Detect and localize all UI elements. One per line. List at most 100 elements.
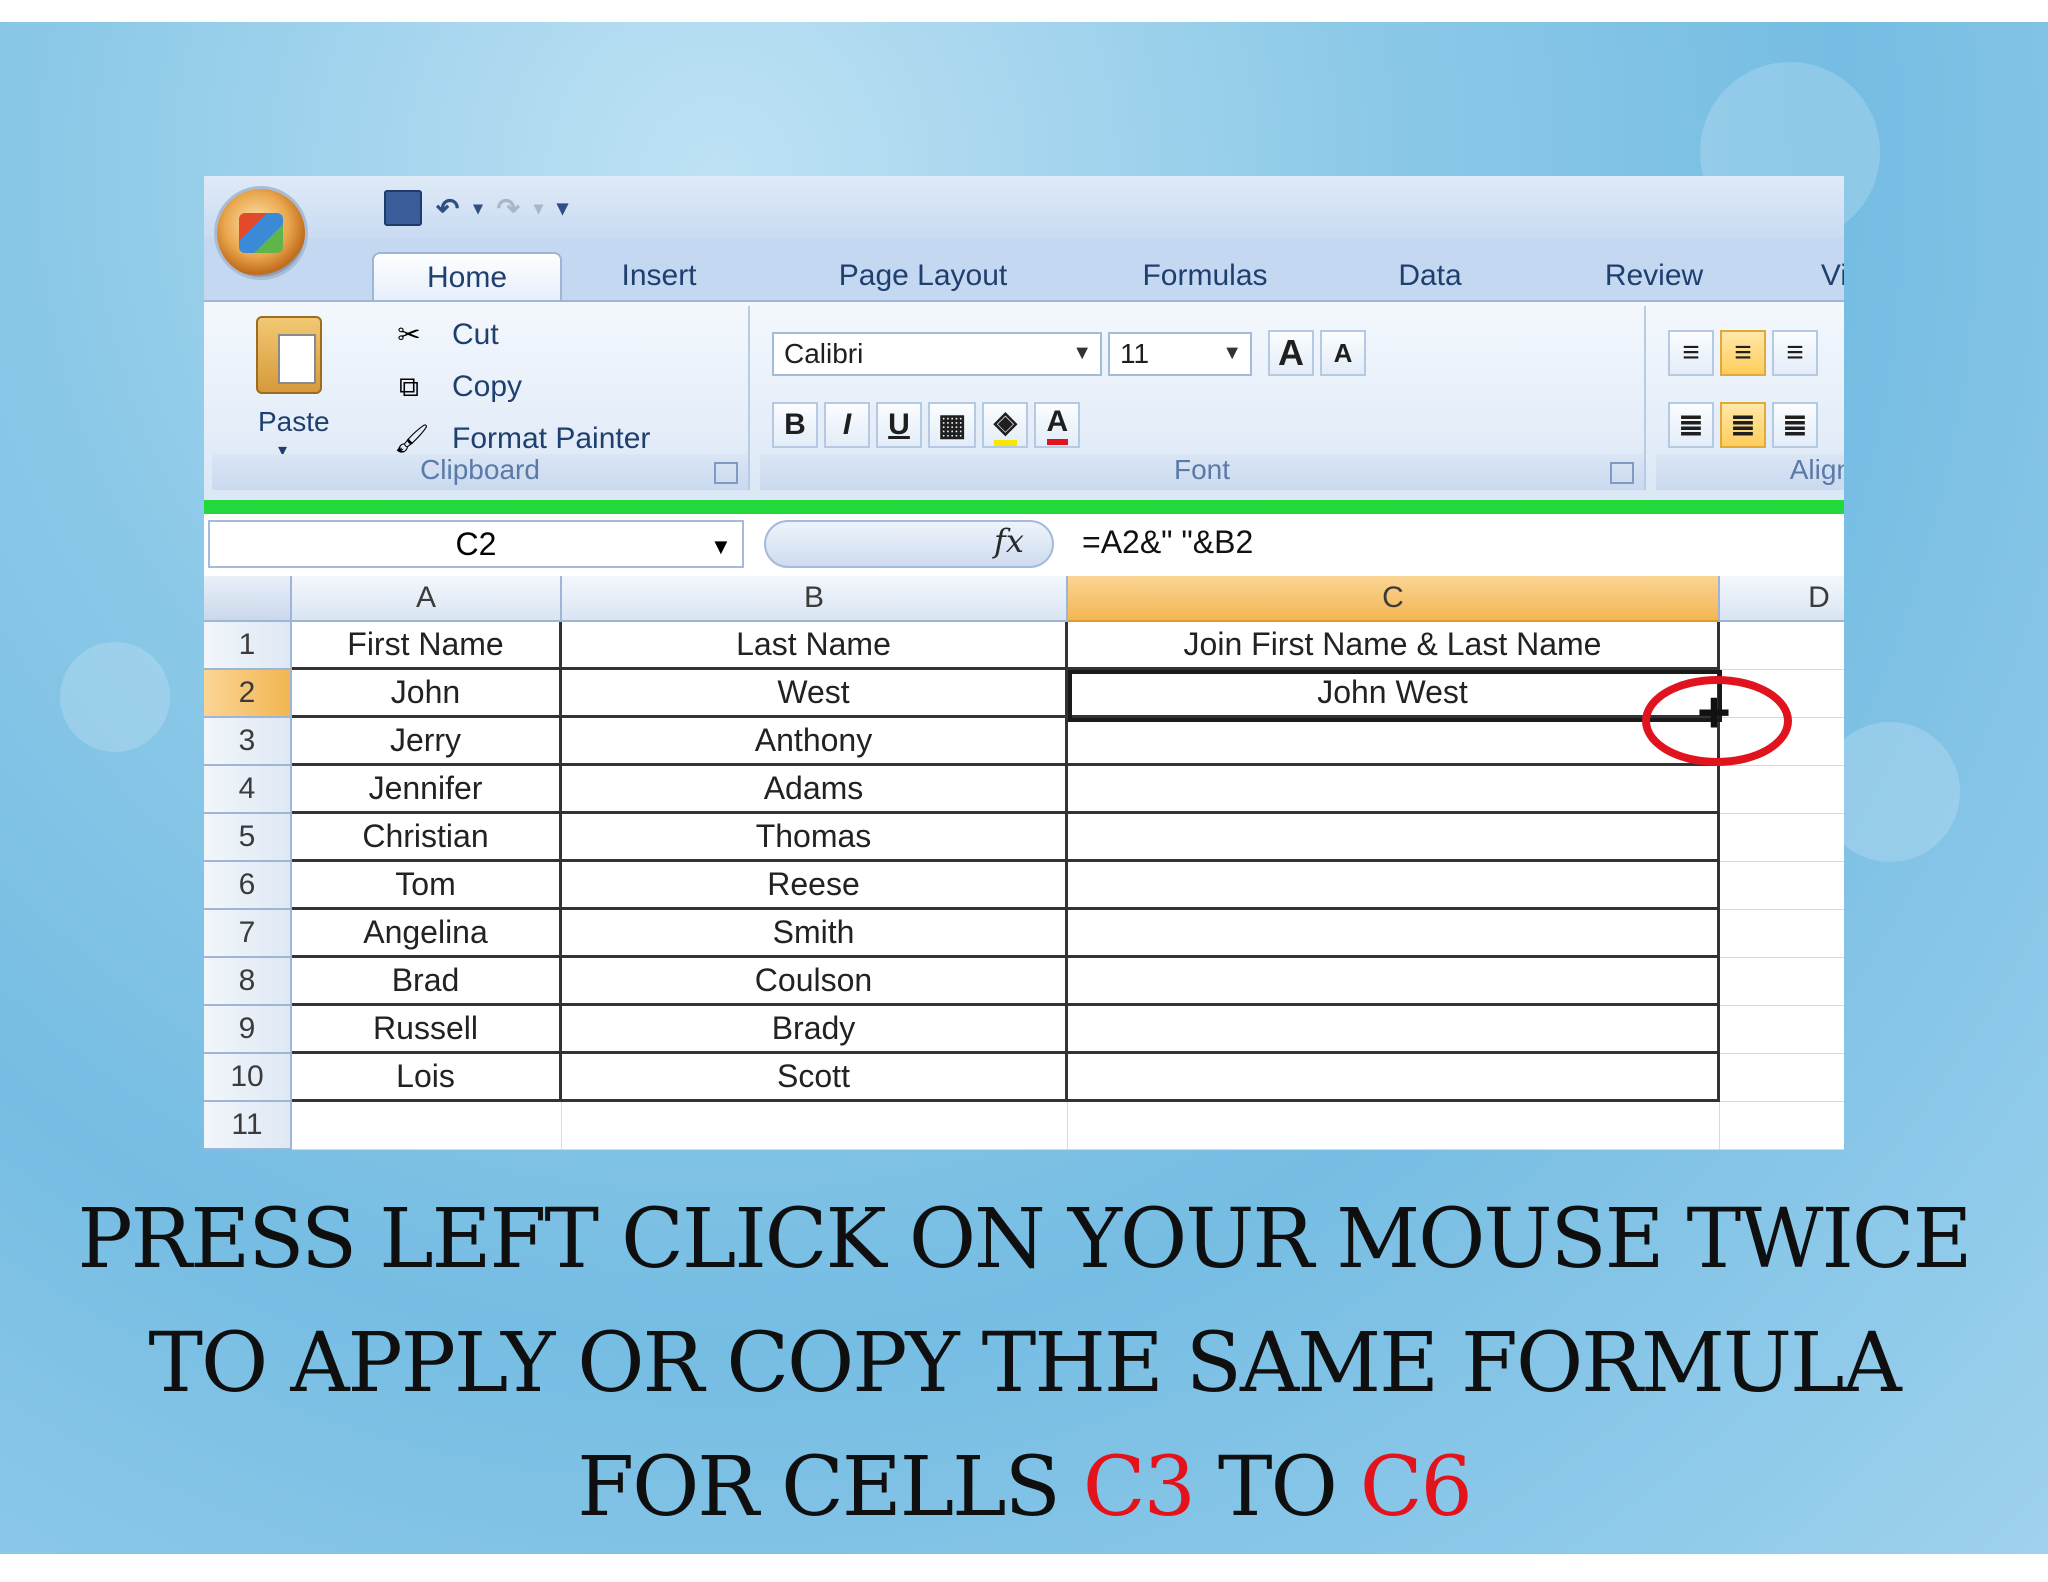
underline-button[interactable]: U — [876, 402, 922, 448]
font-launcher-icon[interactable] — [1610, 462, 1634, 484]
cell-c5[interactable] — [1068, 814, 1720, 862]
cell-b2[interactable]: West — [562, 670, 1068, 718]
save-icon[interactable] — [384, 190, 422, 226]
tab-home[interactable]: Home — [372, 252, 562, 302]
cell-c11[interactable] — [1068, 1102, 1720, 1150]
row-header[interactable]: 10 — [204, 1054, 292, 1102]
copy-button[interactable]: Copy — [452, 370, 522, 404]
font-size-combo[interactable]: 11 ▼ — [1108, 332, 1252, 376]
font-color-button[interactable]: A — [1034, 402, 1081, 448]
row-header[interactable]: 7 — [204, 910, 292, 958]
align-middle-icon[interactable]: ≡ — [1720, 330, 1766, 376]
cell-d9[interactable] — [1720, 1006, 1844, 1054]
column-header-a[interactable]: A — [292, 576, 562, 622]
cell-b6[interactable]: Reese — [562, 862, 1068, 910]
cell-d4[interactable] — [1720, 766, 1844, 814]
row-header[interactable]: 4 — [204, 766, 292, 814]
column-header-d[interactable]: D — [1720, 576, 1844, 622]
cell-c3[interactable] — [1068, 718, 1720, 766]
align-right-icon[interactable]: ≣ — [1772, 402, 1818, 448]
tab-formulas[interactable]: Formulas — [1110, 252, 1300, 300]
format-painter-button[interactable]: Format Painter — [452, 422, 650, 456]
cell-b3[interactable]: Anthony — [562, 718, 1068, 766]
paste-button[interactable]: Paste — [258, 406, 330, 438]
tab-data[interactable]: Data — [1370, 252, 1490, 300]
cell-a5[interactable]: Christian — [292, 814, 562, 862]
cell-d6[interactable] — [1720, 862, 1844, 910]
cell-d11[interactable] — [1720, 1102, 1844, 1150]
cell-a8[interactable]: Brad — [292, 958, 562, 1006]
row-header[interactable]: 2 — [204, 670, 292, 718]
tab-insert[interactable]: Insert — [584, 252, 734, 300]
cell-c1[interactable]: Join First Name & Last Name — [1068, 622, 1720, 670]
cell-b1[interactable]: Last Name — [562, 622, 1068, 670]
column-header-c[interactable]: C — [1068, 576, 1720, 622]
cell-b5[interactable]: Thomas — [562, 814, 1068, 862]
align-bottom-icon[interactable]: ≡ — [1772, 330, 1818, 376]
tab-view[interactable]: Vi — [1804, 252, 1844, 300]
cell-c10[interactable] — [1068, 1054, 1720, 1102]
cell-d1[interactable] — [1720, 622, 1844, 670]
column-header-b[interactable]: B — [562, 576, 1068, 622]
font-name-dropdown-icon[interactable]: ▼ — [1072, 342, 1092, 365]
customize-qat-icon[interactable]: ▾ — [557, 195, 568, 221]
cell-c4[interactable] — [1068, 766, 1720, 814]
cell-b7[interactable]: Smith — [562, 910, 1068, 958]
cell-a10[interactable]: Lois — [292, 1054, 562, 1102]
insert-function-icon[interactable]: fx — [994, 522, 1024, 560]
font-name-combo[interactable]: Calibri ▼ — [772, 332, 1102, 376]
cell-d8[interactable] — [1720, 958, 1844, 1006]
cut-button[interactable]: Cut — [452, 318, 499, 352]
row-header[interactable]: 9 — [204, 1006, 292, 1054]
cell-c9[interactable] — [1068, 1006, 1720, 1054]
cell-d5[interactable] — [1720, 814, 1844, 862]
cell-d10[interactable] — [1720, 1054, 1844, 1102]
name-box-dropdown-icon[interactable]: ▼ — [710, 534, 732, 560]
redo-dropdown-icon[interactable]: ▾ — [534, 198, 543, 219]
undo-icon[interactable]: ↶ — [436, 192, 459, 225]
cell-b8[interactable]: Coulson — [562, 958, 1068, 1006]
cell-a1[interactable]: First Name — [292, 622, 562, 670]
office-button[interactable] — [214, 186, 308, 280]
row-header[interactable]: 3 — [204, 718, 292, 766]
row-header[interactable]: 11 — [204, 1102, 292, 1150]
row-header[interactable]: 5 — [204, 814, 292, 862]
shrink-font-button[interactable]: A — [1320, 330, 1366, 376]
align-top-icon[interactable]: ≡ — [1668, 330, 1714, 376]
cell-a6[interactable]: Tom — [292, 862, 562, 910]
cell-d7[interactable] — [1720, 910, 1844, 958]
cell-a7[interactable]: Angelina — [292, 910, 562, 958]
cell-a2[interactable]: John — [292, 670, 562, 718]
fill-color-button[interactable]: ◈ — [982, 402, 1029, 448]
cell-c8[interactable] — [1068, 958, 1720, 1006]
align-left-icon[interactable]: ≣ — [1668, 402, 1714, 448]
clipboard-launcher-icon[interactable] — [714, 462, 738, 484]
row-header[interactable]: 6 — [204, 862, 292, 910]
cell-b4[interactable]: Adams — [562, 766, 1068, 814]
tab-review[interactable]: Review — [1574, 252, 1734, 300]
cell-a4[interactable]: Jennifer — [292, 766, 562, 814]
formula-input[interactable]: =A2&" "&B2 — [1082, 524, 1253, 561]
align-center-icon[interactable]: ≣ — [1720, 402, 1766, 448]
cell-c2[interactable]: John West — [1068, 670, 1720, 718]
font-size-dropdown-icon[interactable]: ▼ — [1222, 342, 1242, 365]
grow-font-button[interactable]: A — [1268, 330, 1314, 376]
row-header[interactable]: 8 — [204, 958, 292, 1006]
row-header[interactable]: 1 — [204, 622, 292, 670]
cell-a9[interactable]: Russell — [292, 1006, 562, 1054]
cell-a3[interactable]: Jerry — [292, 718, 562, 766]
fill-handle-crosshair-icon[interactable]: + — [1697, 684, 1731, 742]
tab-page-layout[interactable]: Page Layout — [800, 252, 1046, 300]
select-all-corner[interactable] — [204, 576, 292, 622]
cell-b10[interactable]: Scott — [562, 1054, 1068, 1102]
italic-button[interactable]: I — [824, 402, 870, 448]
paste-icon[interactable] — [256, 316, 322, 394]
bold-button[interactable]: B — [772, 402, 818, 448]
cell-c6[interactable] — [1068, 862, 1720, 910]
redo-icon[interactable]: ↷ — [497, 192, 520, 225]
cell-b11[interactable] — [562, 1102, 1068, 1150]
cell-b9[interactable]: Brady — [562, 1006, 1068, 1054]
cell-a11[interactable] — [292, 1102, 562, 1150]
cell-c7[interactable] — [1068, 910, 1720, 958]
name-box[interactable]: C2 — [208, 520, 744, 568]
